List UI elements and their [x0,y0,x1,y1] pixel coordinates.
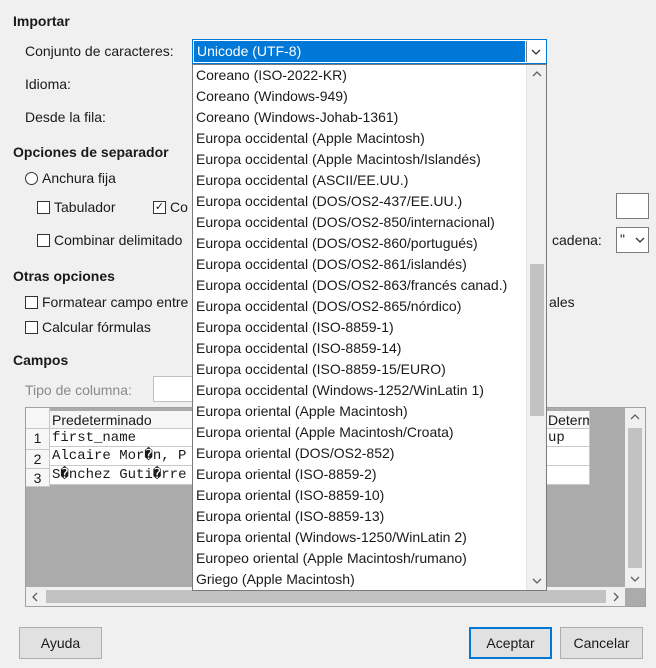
anchura-fija-radio[interactable] [25,172,38,185]
charset-option[interactable]: Europa occidental (DOS/OS2-437/EE.UU.) [193,191,525,212]
charset-option[interactable]: Europa oriental (DOS/OS2-852) [193,443,525,464]
charset-option[interactable]: Europa oriental (Windows-1250/WinLatin 2… [193,527,525,548]
tipo-columna-label: Tipo de columna: [25,382,132,398]
tabulador-checkbox[interactable] [37,201,50,214]
cadena-select[interactable]: " [616,227,649,253]
charset-option[interactable]: Europa occidental (Windows-1252/WinLatin… [193,380,525,401]
otras-heading: Otras opciones [13,268,115,284]
chevron-down-icon[interactable] [625,570,645,588]
charset-option[interactable]: Europa occidental (DOS/OS2-860/portugués… [193,233,525,254]
aceptar-label: Aceptar [486,635,535,651]
anchura-fija-label: Anchura fija [42,170,116,186]
charset-options[interactable]: Coreano (ISO-2022-KR) Coreano (Windows-94… [193,65,525,590]
charset-option[interactable]: Europa oriental (Apple Macintosh) [193,401,525,422]
cancelar-button[interactable]: Cancelar [560,627,643,659]
charset-option[interactable]: Europeo oriental (Apple Macintosh/rumano… [193,548,525,569]
charset-option[interactable]: Europa occidental (DOS/OS2-865/nórdico) [193,296,525,317]
idioma-label: Idioma: [25,76,71,92]
charset-option[interactable]: Europa occidental (ISO-8859-1) [193,317,525,338]
charset-combobox[interactable]: Unicode (UTF-8) [192,39,547,64]
cancelar-label: Cancelar [573,635,630,651]
grid-hscroll-thumb[interactable] [46,590,606,603]
charset-option[interactable]: Coreano (Windows-Johab-1361) [193,107,525,128]
coma-label: Co [170,199,188,215]
otro-separador-input[interactable] [616,193,649,219]
chevron-up-icon[interactable] [527,65,546,83]
charset-option[interactable]: Europa occidental (ISO-8859-14) [193,338,525,359]
charset-option[interactable]: Europa occidental (ISO-8859-15/EURO) [193,359,525,380]
charset-option[interactable]: Europa occidental (ASCII/EE.UU.) [193,170,525,191]
table-cell [546,466,590,485]
campos-heading: Campos [13,352,69,368]
column-header-2[interactable]: Determ [546,411,590,429]
charset-option[interactable]: Europa oriental (ISO-8859-2) [193,464,525,485]
tabulador-label: Tabulador [54,199,116,215]
formatear-label-tail: ales [549,294,575,310]
separador-heading: Opciones de separador [13,144,169,160]
combinar-label: Combinar delimitado [54,232,183,248]
chevron-down-icon[interactable] [527,572,546,590]
formatear-checkbox[interactable] [25,296,38,309]
grid-vscroll-thumb[interactable] [628,428,642,568]
ayuda-button[interactable]: Ayuda [19,627,102,659]
cadena-label: cadena: [552,232,602,248]
coma-checkbox[interactable]: ✓ [153,201,166,214]
chevron-down-icon[interactable] [526,41,545,62]
chevron-down-icon [631,228,648,252]
cadena-value: " [620,231,625,247]
formatear-label: Formatear campo entre [42,294,189,310]
dropdown-scroll-thumb[interactable] [530,263,544,416]
importar-heading: Importar [13,13,70,29]
desde-fila-label: Desde la fila: [25,109,106,125]
charset-option[interactable]: Europa oriental (ISO-8859-13) [193,506,525,527]
charset-selected-value: Unicode (UTF-8) [194,41,525,62]
grid-vertical-scrollbar[interactable] [625,408,645,588]
row-number: 2 [26,450,50,469]
chevron-right-icon[interactable] [607,587,625,606]
row-number: 3 [26,469,50,487]
chevron-up-icon[interactable] [625,408,645,426]
charset-option[interactable]: Griego (Apple Macintosh) [193,569,525,590]
table-cell [546,447,590,466]
chevron-left-icon[interactable] [26,587,44,606]
combinar-checkbox[interactable] [37,234,50,247]
grid-corner [26,408,50,429]
row-number: 1 [26,429,50,450]
dropdown-scrollbar[interactable] [526,65,546,590]
charset-dropdown-list[interactable]: Coreano (ISO-2022-KR) Coreano (Windows-94… [192,64,547,591]
charset-option[interactable]: Europa occidental (Apple Macintosh) [193,128,525,149]
charset-option[interactable]: Coreano (ISO-2022-KR) [193,65,525,86]
charset-option[interactable]: Europa occidental (DOS/OS2-863/francés c… [193,275,525,296]
charset-option[interactable]: Europa occidental (DOS/OS2-850/internaci… [193,212,525,233]
calcular-label: Calcular fórmulas [42,319,151,335]
ayuda-label: Ayuda [40,635,81,651]
charset-option[interactable]: Europa oriental (Apple Macintosh/Croata) [193,422,525,443]
charset-option[interactable]: Europa occidental (Apple Macintosh/Islan… [193,149,525,170]
table-cell: up [546,429,590,447]
charset-label: Conjunto de caracteres: [25,43,174,59]
calcular-checkbox[interactable] [25,321,38,334]
charset-option[interactable]: Coreano (Windows-949) [193,86,525,107]
charset-option[interactable]: Europa occidental (DOS/OS2-861/islandés) [193,254,525,275]
charset-option[interactable]: Europa oriental (ISO-8859-10) [193,485,525,506]
aceptar-button[interactable]: Aceptar [469,627,552,659]
